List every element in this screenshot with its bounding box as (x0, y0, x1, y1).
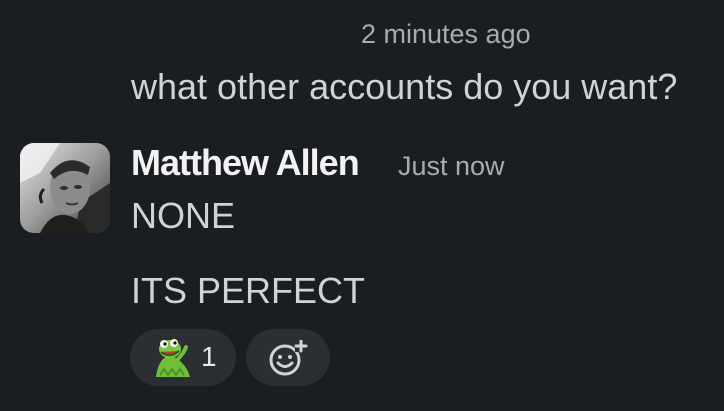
message-author[interactable]: Matthew Allen (131, 140, 360, 186)
previous-message-timestamp: 2 minutes ago (361, 19, 531, 49)
previous-message-text: what other accounts do you want? (131, 66, 678, 107)
kermit-emoji-icon (156, 339, 190, 377)
avatar[interactable] (20, 143, 110, 233)
message-line: ITS PERFECT (131, 270, 366, 311)
reaction-pill[interactable]: 1 (130, 329, 236, 386)
reaction-count: 1 (201, 341, 217, 372)
user-avatar-photo-icon (20, 143, 110, 233)
add-reaction-button[interactable] (246, 329, 330, 386)
message-timestamp[interactable]: Just now (398, 148, 505, 184)
add-reaction-icon (269, 340, 308, 376)
message-line: NONE (131, 195, 236, 236)
